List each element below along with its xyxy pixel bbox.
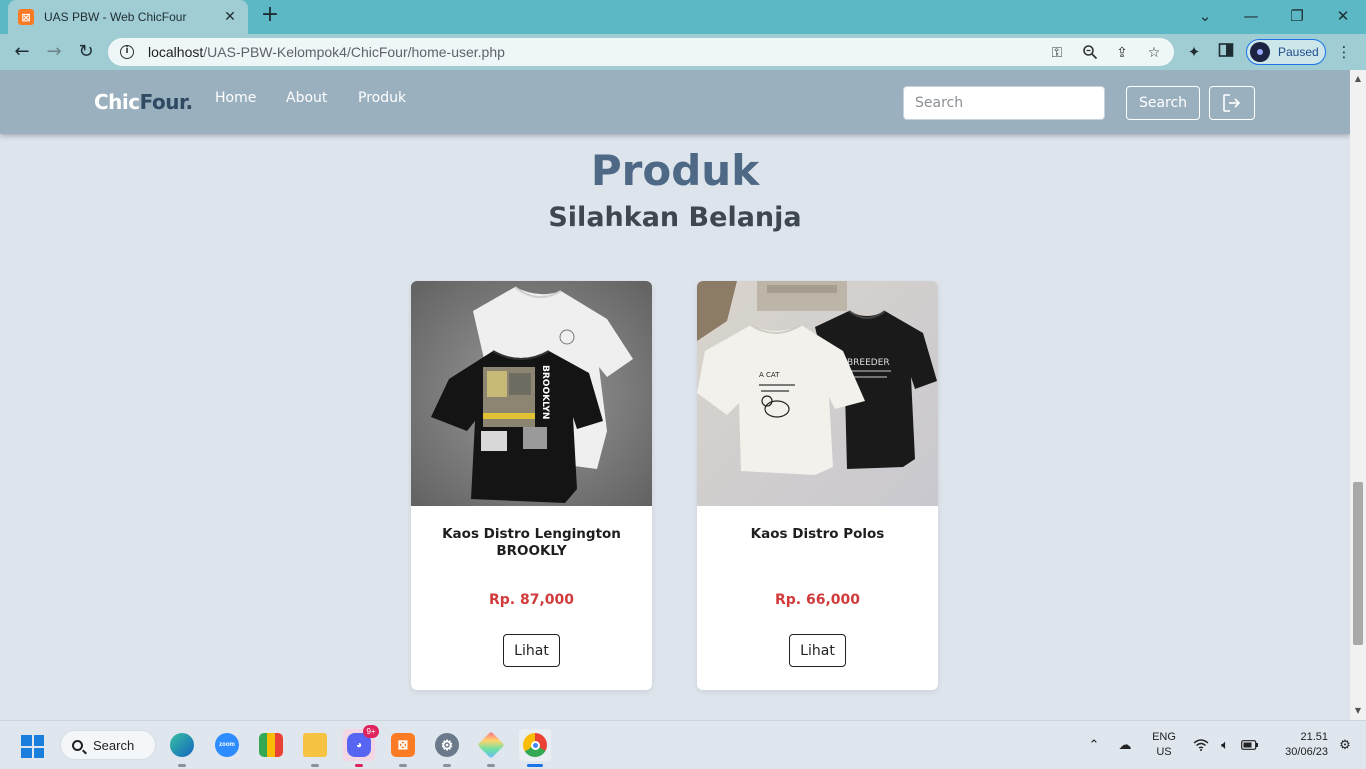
- product-card: BREEDER A CAT Kaos Distro Polos Rp. 66,0…: [697, 281, 938, 690]
- page-title: Produk: [590, 146, 760, 195]
- taskbar-meet-app[interactable]: [255, 729, 287, 761]
- page-viewport: ChicFour. Home About Produk Search Produ…: [0, 70, 1350, 720]
- url-path: /UAS-PBW-Kelompok4/ChicFour/home-user.ph…: [203, 44, 505, 60]
- site-info-icon[interactable]: i: [120, 45, 134, 59]
- language-line-2: US: [1156, 746, 1172, 758]
- page-subtitle: Silahkan Belanja: [548, 202, 802, 233]
- git-diamond-icon: [477, 731, 505, 759]
- clock-date: 30/06/23: [1285, 746, 1328, 758]
- chrome-icon: [523, 733, 547, 757]
- nav-produk-link[interactable]: Produk: [358, 90, 406, 106]
- browser-menu-icon[interactable]: ⋮: [1334, 42, 1354, 62]
- windows-start-icon[interactable]: [21, 735, 44, 758]
- share-icon[interactable]: ⇪: [1113, 44, 1131, 62]
- key-icon[interactable]: ⚿: [1048, 44, 1066, 62]
- system-clock[interactable]: 21.51 30/06/23: [1268, 730, 1328, 760]
- show-hidden-icons-chevron-icon[interactable]: ⌃: [1084, 721, 1104, 769]
- google-meet-icon: [259, 733, 283, 757]
- scroll-up-arrow-icon[interactable]: ▲: [1350, 72, 1366, 86]
- notifications-bell-icon[interactable]: ⚙: [1334, 721, 1356, 769]
- xampp-icon: ⊠: [391, 733, 415, 757]
- tab-title: UAS PBW - Web ChicFour: [44, 10, 187, 24]
- taskbar-chrome-app[interactable]: [519, 729, 551, 767]
- tab-search-chevron-icon[interactable]: ⌄: [1190, 4, 1220, 28]
- nav-about-link[interactable]: About: [286, 90, 327, 106]
- page-scrollbar[interactable]: ▲ ▼: [1350, 70, 1366, 720]
- site-search-button[interactable]: Search: [1126, 86, 1200, 120]
- zoom-icon[interactable]: [1081, 44, 1099, 62]
- product-card: BROOKLYN Kaos Distro Lengington BROOKLY …: [411, 281, 652, 690]
- browser-tab[interactable]: ⊠ UAS PBW - Web ChicFour ✕: [8, 0, 248, 34]
- clock-time: 21.51: [1300, 731, 1328, 743]
- restore-button[interactable]: ❐: [1282, 4, 1312, 28]
- taskbar-git-app[interactable]: [475, 729, 507, 767]
- edge-icon: [170, 733, 194, 757]
- shirt-print-text: BROOKLYN: [540, 365, 550, 419]
- product-name: Kaos Distro Lengington BROOKLY: [442, 526, 621, 559]
- taskbar-xampp-app[interactable]: ⊠: [387, 729, 419, 767]
- reload-icon[interactable]: ↻: [74, 40, 98, 64]
- taskbar-edge-app[interactable]: [166, 729, 198, 767]
- logout-button[interactable]: [1209, 86, 1255, 120]
- profile-status-label: Paused: [1278, 45, 1319, 59]
- lihat-button[interactable]: Lihat: [789, 634, 846, 667]
- profile-avatar-icon: [1250, 42, 1270, 62]
- taskbar-search-label: Search: [93, 737, 135, 753]
- folder-icon: [303, 733, 327, 757]
- extensions-puzzle-icon[interactable]: ✦: [1184, 42, 1204, 62]
- url-host: localhost: [148, 44, 204, 60]
- site-logo[interactable]: ChicFour.: [94, 90, 193, 114]
- volume-speaker-icon[interactable]: 🔈︎: [1214, 721, 1236, 769]
- close-window-button[interactable]: ✕: [1328, 4, 1358, 28]
- scrollbar-thumb[interactable]: [1353, 482, 1363, 645]
- battery-icon[interactable]: [1239, 721, 1261, 769]
- shirt-print-text-2: BREEDER: [847, 358, 890, 368]
- taskbar-file-explorer-app[interactable]: [299, 729, 331, 767]
- wifi-icon[interactable]: [1190, 721, 1212, 769]
- site-navbar: ChicFour. Home About Produk Search: [0, 70, 1350, 134]
- product-price: Rp. 87,000: [488, 592, 575, 608]
- address-bar[interactable]: i localhost/UAS-PBW-Kelompok4/ChicFour/h…: [108, 38, 1174, 66]
- shirt-print-text-1: A CAT: [759, 371, 780, 379]
- bookmark-star-icon[interactable]: ☆: [1145, 44, 1163, 62]
- taskbar-settings-app[interactable]: ⚙: [431, 729, 463, 767]
- minimize-button[interactable]: —: [1236, 4, 1266, 28]
- zoom-icon: zoom: [215, 733, 239, 757]
- product-photo-cat-tshirts[interactable]: BREEDER A CAT: [697, 281, 938, 506]
- gear-icon: ⚙: [435, 733, 459, 757]
- product-photo-brooklyn-tshirts[interactable]: BROOKLYN: [411, 281, 652, 506]
- site-search-input[interactable]: [903, 86, 1105, 120]
- address-url[interactable]: localhost/UAS-PBW-Kelompok4/ChicFour/hom…: [148, 44, 505, 60]
- profile-paused-button[interactable]: Paused: [1246, 39, 1326, 65]
- scroll-down-arrow-icon[interactable]: ▼: [1350, 704, 1366, 718]
- back-arrow-icon[interactable]: ←: [10, 40, 34, 64]
- lihat-button[interactable]: Lihat: [503, 634, 560, 667]
- new-tab-button[interactable]: +: [259, 4, 281, 27]
- brand-main: Chic: [94, 90, 140, 114]
- forward-arrow-icon[interactable]: →: [42, 40, 66, 64]
- product-price: Rp. 66,000: [774, 592, 861, 608]
- nav-home-link[interactable]: Home: [215, 90, 256, 106]
- browser-tab-strip: ⊠ UAS PBW - Web ChicFour ✕ + ⌄ — ❐ ✕: [0, 0, 1366, 34]
- windows-taskbar: Search zoom ◕ 9+ ⊠ ⚙ ⌃ ☁ ENG US 🔈︎ 21.51…: [0, 720, 1366, 768]
- language-indicator[interactable]: ENG US: [1148, 730, 1180, 760]
- browser-toolbar: ← → ↻ i localhost/UAS-PBW-Kelompok4/Chic…: [0, 34, 1366, 70]
- notification-badge: 9+: [363, 725, 379, 738]
- side-panel-icon[interactable]: [1216, 42, 1236, 62]
- taskbar-zoom-app[interactable]: zoom: [211, 729, 243, 761]
- taskbar-search[interactable]: Search: [60, 730, 156, 760]
- brand-accent: Four.: [139, 90, 193, 114]
- taskbar-discord-app[interactable]: ◕ 9+: [343, 725, 379, 767]
- search-icon: [72, 739, 83, 751]
- onedrive-cloud-icon[interactable]: ☁: [1114, 721, 1136, 769]
- language-line-1: ENG: [1152, 731, 1176, 743]
- logout-icon: [1223, 94, 1241, 112]
- product-name: Kaos Distro Polos: [750, 526, 885, 542]
- tab-close-icon[interactable]: ✕: [222, 9, 238, 25]
- xampp-favicon-icon: ⊠: [18, 9, 34, 25]
